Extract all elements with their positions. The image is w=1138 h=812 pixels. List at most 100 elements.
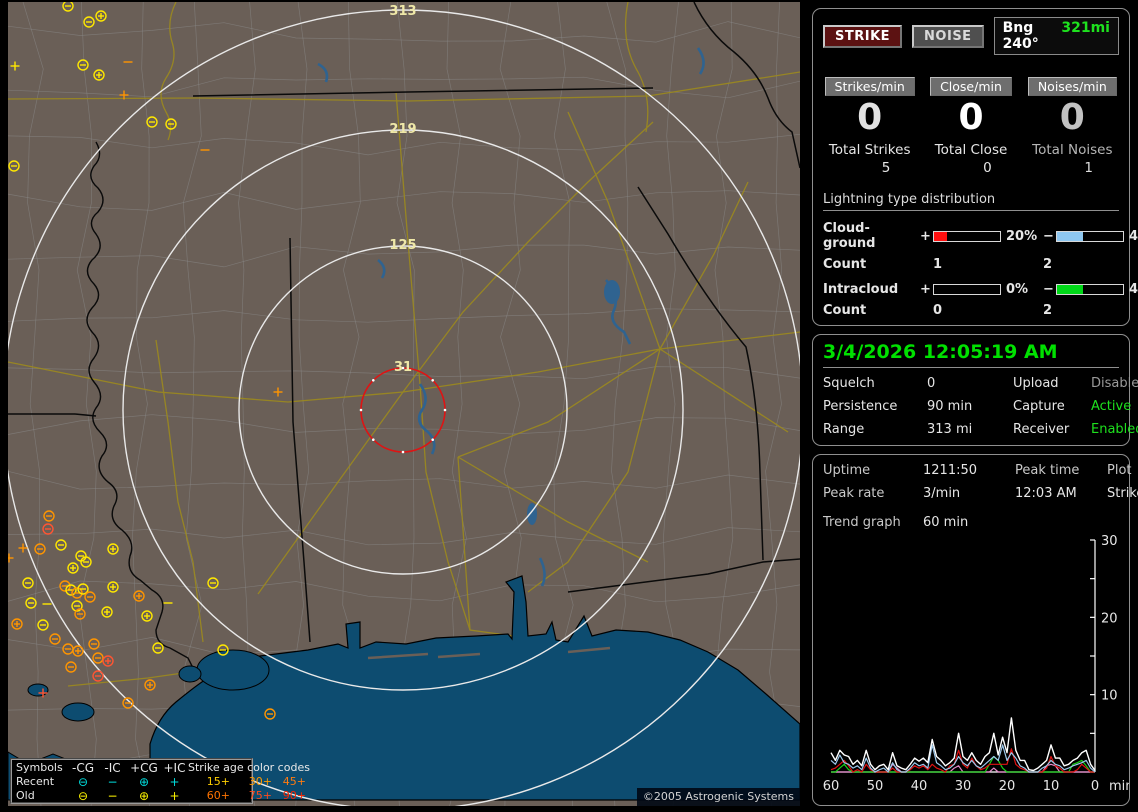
strike-counter-panel: STRIKE NOISE Bng 240° 321mi Strikes/min … (812, 8, 1138, 326)
uptime-row: Uptime 1211:50 Peak time Plot (823, 463, 1132, 478)
trend-x-tick-10: 10 (1043, 779, 1060, 794)
strike-legend-grid: Symbols -CG -IC +CG +IC Strike age color code… (16, 761, 310, 803)
upload-status: Disabled (1091, 376, 1138, 391)
datetime-display: 3/4/2026 12:05:19 AM (823, 341, 1119, 368)
cg-negative-bar (1056, 230, 1124, 242)
trend-x-tick-40: 40 (911, 779, 928, 794)
status-row: Persistence 90 min Capture Active (823, 399, 1131, 414)
intracloud-row: Intracloud + 0% − 40% (823, 282, 1138, 297)
strike-button[interactable]: STRIKE (823, 24, 903, 48)
legend-symbol-1-icon: − (107, 775, 118, 789)
trend-graph-row: Trend graph 60 min (823, 515, 1123, 530)
legend-header-symbols: Symbols (16, 761, 63, 774)
status-row: Range 313 mi Receiver Enabled (823, 422, 1138, 437)
count-label: Count (823, 257, 867, 272)
persistence-label: Persistence (823, 399, 898, 414)
legend-age-75+: 75+ (248, 789, 272, 802)
legend-age-30+: 30+ (248, 775, 272, 788)
cg-negative-pct: 40% (1129, 228, 1138, 244)
noises-per-min-chip[interactable]: Noises/min (1027, 77, 1117, 96)
squelch-label: Squelch (823, 376, 875, 391)
receiver-label: Receiver (1013, 422, 1070, 437)
peak-time-value: 12:03 AM (1015, 486, 1077, 501)
legend-symbol-2-icon: ⊕ (138, 775, 150, 789)
range-label: Range (823, 422, 865, 437)
cloud-ground-count-row: Count 1 2 (823, 257, 1119, 272)
ring-label-31: 31 (394, 360, 412, 375)
cg-negative-count: 2 (1043, 257, 1053, 272)
legend-age-15+: 15+ (206, 775, 230, 788)
trend-graph: 10 20 30 60 50 40 30 20 10 0 min (823, 534, 1134, 794)
range-value: 313 mi (927, 422, 973, 437)
strikes-column: Strikes/min 0 Total Strikes 5 (823, 77, 916, 176)
noise-button[interactable]: NOISE (912, 24, 984, 48)
plus-sign: + (920, 282, 931, 297)
cg-positive-fill (934, 231, 948, 241)
ring-label-125: 125 (389, 238, 416, 253)
strikes-per-min-chip[interactable]: Strikes/min (824, 77, 915, 96)
total-close-label: Total Close (934, 142, 1008, 158)
legend-symbol-0-icon: ⊖ (77, 775, 89, 789)
cg-negative-fill (1057, 231, 1084, 241)
legend-header-+CG: +CG (130, 761, 158, 775)
plot-label: Plot (1107, 463, 1132, 478)
legend-symbol-2-icon: ⊕ (138, 789, 150, 803)
cloud-ground-row: Cloud-ground + 20% − 40% (823, 221, 1138, 251)
bearing-distance: 321mi (1061, 20, 1110, 36)
legend-symbol-1-icon: − (107, 789, 118, 803)
legend-header--CG: -CG (71, 761, 94, 775)
ring-label-219: 219 (389, 122, 416, 137)
plot-value: Strike (1107, 486, 1138, 501)
close-per-min-chip[interactable]: Close/min (930, 77, 1012, 96)
lightning-map[interactable]: 313 219 125 31 (8, 2, 800, 806)
count-label: Count (823, 303, 867, 318)
total-close-value: 0 (983, 160, 992, 176)
status-panel: 3/4/2026 12:05:19 AM Squelch 0 Upload Di… (812, 334, 1138, 446)
minus-sign: − (1043, 228, 1054, 244)
status-row: Squelch 0 Upload Disabled (823, 376, 1138, 391)
close-per-min-value: 0 (958, 97, 984, 138)
capture-label: Capture (1013, 399, 1065, 414)
upload-label: Upload (1013, 376, 1059, 391)
bearing-label: Bng 240° (1002, 20, 1039, 52)
peak-rate-label: Peak rate (823, 486, 885, 501)
legend-age-45+: 45+ (282, 775, 306, 788)
trend-x-unit: min (1109, 779, 1129, 794)
cg-positive-pct: 20% (1006, 228, 1038, 244)
map-canvas[interactable]: 313 219 125 31 Symbols -CG -IC +CG +IC Strike… (8, 2, 800, 806)
trend-x-tick-0: 0 (1091, 779, 1099, 794)
legend-header--IC: -IC (104, 761, 121, 775)
ic-negative-pct: 40% (1129, 282, 1138, 297)
cg-positive-bar (933, 230, 1001, 242)
trend-x-tick-60: 60 (823, 779, 839, 794)
legend-symbol-3-icon: + (169, 775, 180, 789)
intracloud-count-row: Count 0 2 (823, 303, 1119, 318)
trend-y-tick-10: 10 (1101, 689, 1118, 704)
legend-symbol-3-icon: + (169, 789, 180, 803)
trend-x-tick-50: 50 (867, 779, 884, 794)
peak-rate-row: Peak rate 3/min 12:03 AM Strike (823, 486, 1138, 501)
cg-positive-count: 1 (933, 257, 943, 272)
trend-graph-label: Trend graph (823, 515, 901, 530)
strike-legend: Symbols -CG -IC +CG +IC Strike age color code… (10, 758, 310, 804)
strikes-per-min-value: 0 (857, 97, 883, 138)
peak-rate-value: 3/min (923, 486, 961, 501)
copyright-text: ©2005 Astrogenic Systems (636, 788, 800, 806)
ic-positive-bar (933, 284, 1001, 295)
trend-panel: Uptime 1211:50 Peak time Plot Peak rate … (812, 454, 1138, 806)
cloud-ground-label: Cloud-ground (823, 221, 876, 251)
total-noises-label: Total Noises (1032, 142, 1113, 158)
ic-positive-count: 0 (933, 303, 943, 318)
legend-age-60+: 60+ (206, 789, 230, 802)
legend-row-label: Old (16, 789, 35, 802)
total-noises-value: 1 (1084, 160, 1093, 176)
ic-positive-pct: 0% (1006, 282, 1029, 297)
total-strikes-label: Total Strikes (828, 142, 911, 158)
legend-age-90+: 90+ (282, 789, 306, 802)
uptime-label: Uptime (823, 463, 871, 478)
capture-status: Active (1091, 399, 1132, 414)
ic-negative-count: 2 (1043, 303, 1053, 318)
trend-y-tick-20: 20 (1101, 611, 1118, 626)
legend-row-label: Recent (16, 775, 55, 788)
ring-label-313: 313 (389, 4, 416, 19)
